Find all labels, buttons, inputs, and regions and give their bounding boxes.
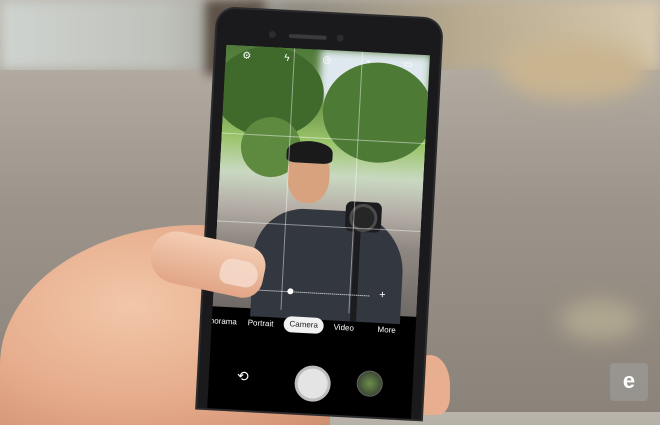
switch-camera-icon[interactable]: ⟲ (232, 365, 253, 386)
zoom-knob[interactable] (287, 288, 294, 295)
mode-portrait[interactable]: Portrait (247, 316, 273, 331)
timer-icon[interactable]: ◔ (364, 56, 371, 70)
mode-more[interactable]: More (377, 323, 396, 338)
earpiece (288, 33, 327, 40)
background-blob (500, 40, 650, 100)
shutter-button[interactable] (293, 364, 332, 403)
gallery-thumbnail[interactable] (356, 369, 384, 398)
mode-panorama[interactable]: norama (209, 314, 238, 329)
flash-off-icon[interactable]: ϟ (284, 52, 290, 66)
sensor (336, 34, 344, 42)
mode-camera[interactable]: Camera (283, 316, 325, 335)
front-camera (268, 30, 277, 39)
background-blob (560, 300, 640, 340)
zoom-track[interactable] (249, 289, 370, 297)
zoom-in-button[interactable]: + (375, 289, 390, 304)
motion-icon[interactable]: ◎ (322, 54, 331, 68)
mode-video[interactable]: Video (333, 321, 354, 336)
engadget-logo: e (610, 363, 648, 401)
phone: ⚙ ϟ ◎ ◔ ▭ − + norama Portrait Camera Vid… (197, 8, 442, 420)
aspect-ratio-icon[interactable]: ▭ (403, 58, 413, 72)
person-hair (286, 139, 334, 165)
settings-icon[interactable]: ⚙ (242, 49, 252, 63)
camera-screen: ⚙ ϟ ◎ ◔ ▭ − + norama Portrait Camera Vid… (207, 44, 430, 419)
